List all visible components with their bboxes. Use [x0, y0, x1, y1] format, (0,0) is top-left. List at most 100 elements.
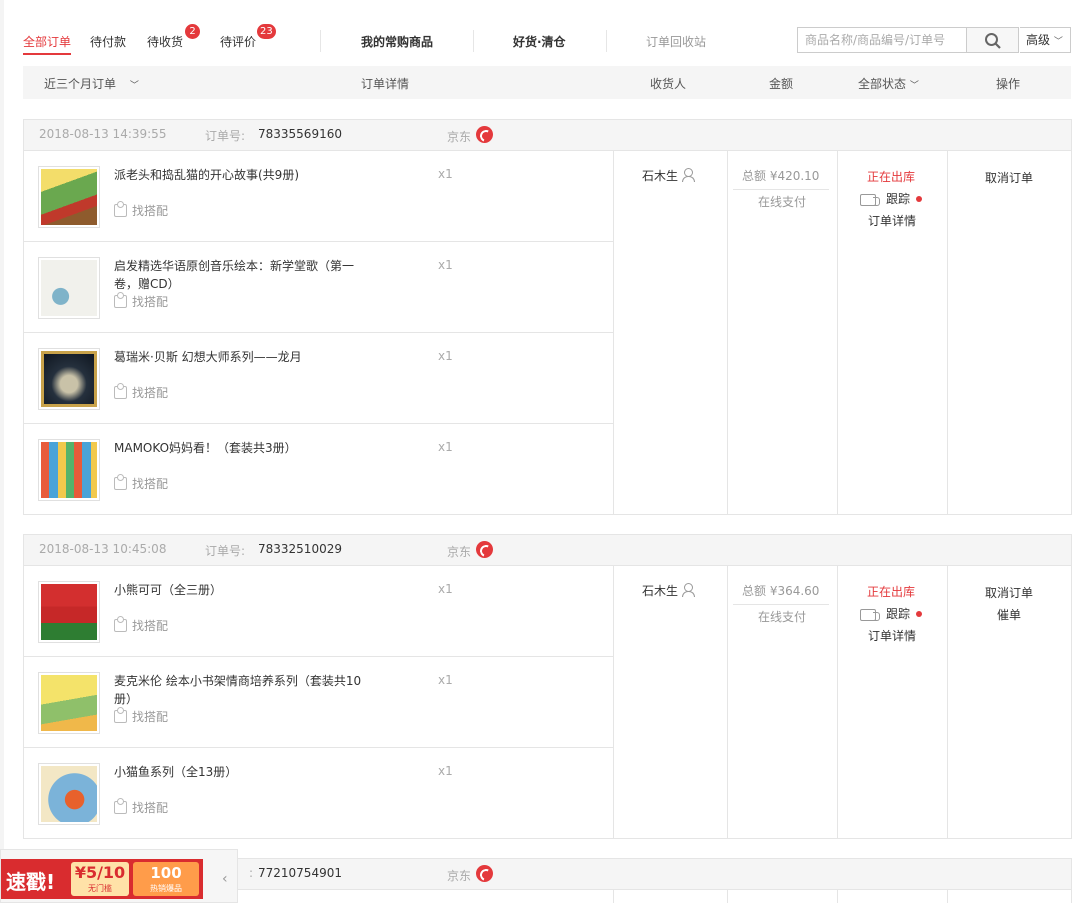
clearance-link[interactable]: 好货·清仓 — [513, 33, 566, 50]
advanced-search-button[interactable]: 高级 ﹀ — [1020, 27, 1071, 53]
column-divider — [727, 890, 728, 903]
order-number: 77210754901 — [258, 866, 342, 880]
tab-label: 待收货 — [147, 35, 184, 49]
chevron-left-icon[interactable]: ‹ — [222, 871, 228, 887]
promo-banner[interactable]: 速戳! ¥5/10 无门槛 100 热销爆品 — [1, 859, 203, 899]
coupon-badge: ¥5/10 无门槛 — [71, 862, 129, 896]
puzzle-icon — [114, 616, 127, 632]
product-thumbnail[interactable] — [38, 439, 100, 501]
column-divider — [837, 151, 838, 515]
shop-name[interactable]: 京东 — [447, 128, 471, 145]
find-match-link[interactable]: 找搭配 — [114, 616, 168, 634]
column-divider — [837, 890, 838, 903]
find-match-link[interactable]: 找搭配 — [114, 474, 168, 492]
product-name[interactable]: 小熊可可（全三册） — [114, 581, 364, 599]
chevron-down-icon: ﹀ — [909, 81, 919, 91]
puzzle-icon — [114, 201, 127, 217]
order-amount: 总额 ¥364.60 — [742, 584, 820, 598]
find-match-link[interactable]: 找搭配 — [114, 201, 169, 219]
order-number: 78332510029 — [258, 542, 342, 556]
puzzle-icon — [114, 474, 127, 490]
product-thumbnail[interactable] — [38, 672, 100, 734]
product-name[interactable]: 麦克米伦 绘本小书架情商培养系列（套装共10册） — [114, 672, 364, 708]
frequent-items-link[interactable]: 我的常购商品 — [361, 33, 433, 50]
column-divider — [837, 566, 838, 839]
product-thumbnail[interactable] — [38, 166, 100, 228]
product-name[interactable]: 派老头和捣乱猫的开心故事(共9册) — [114, 166, 364, 184]
jd-logo-icon[interactable] — [476, 126, 493, 143]
order-detail-link[interactable]: 订单详情 — [868, 212, 916, 229]
find-match-link[interactable]: 找搭配 — [114, 798, 168, 816]
list-item: MAMOKO妈妈看！（套装共3册） x1 找搭配 — [24, 424, 613, 515]
period-filter[interactable]: 近三个月订单 ﹀ — [44, 75, 139, 92]
column-divider — [613, 566, 614, 839]
consignee-name[interactable]: 石木生 — [642, 167, 696, 184]
recycle-bin-link[interactable]: 订单回收站 — [646, 33, 706, 50]
divider — [473, 30, 474, 52]
order-card: 2018-08-13 10:45:08 订单号: 78332510029 京东 … — [23, 534, 1072, 839]
product-name[interactable]: MAMOKO妈妈看！（套装共3册） — [114, 439, 364, 457]
product-quantity: x1 — [438, 349, 453, 363]
consignee-label: 石木生 — [642, 169, 679, 183]
find-match-label: 找搭配 — [132, 386, 169, 400]
table-header: 近三个月订单 ﹀ 订单详情 收货人 金额 全部状态 ﹀ 操作 — [23, 66, 1071, 99]
puzzle-icon — [114, 292, 127, 308]
action-header: 操作 — [996, 77, 1021, 91]
track-link[interactable]: 跟踪 — [860, 605, 923, 622]
search-button[interactable] — [967, 27, 1019, 53]
find-match-label: 找搭配 — [132, 295, 169, 309]
order-number-label: 订单号: — [205, 544, 246, 558]
tab-pending-review[interactable]: 待评价 23 — [220, 24, 276, 50]
find-match-link[interactable]: 找搭配 — [114, 292, 169, 310]
payment-method: 在线支付 — [758, 195, 807, 209]
product-quantity: x1 — [438, 440, 453, 454]
list-item: 小熊可可（全三册） x1 找搭配 — [24, 566, 613, 657]
status-filter[interactable]: 全部状态 ﹀ — [858, 75, 919, 92]
cancel-order-button[interactable]: 取消订单 — [985, 584, 1033, 601]
consignee-header: 收货人 — [650, 77, 687, 91]
cancel-order-button[interactable]: 取消订单 — [985, 169, 1033, 186]
urge-order-button[interactable]: 催单 — [997, 606, 1021, 623]
chevron-down-icon: ﹀ — [129, 81, 139, 91]
column-divider — [947, 151, 948, 515]
product-name[interactable]: 小猫鱼系列（全13册） — [114, 763, 364, 781]
tab-pending-receipt[interactable]: 待收货 2 — [147, 24, 200, 50]
jd-logo-icon[interactable] — [476, 541, 493, 558]
tab-pending-payment[interactable]: 待付款 — [90, 33, 126, 50]
order-date: 2018-08-13 10:45:08 — [39, 542, 167, 556]
coupon-value: ¥5/10 — [74, 863, 126, 882]
order-header: 2018-08-13 10:45:08 订单号: 78332510029 京东 — [24, 535, 1071, 566]
divider — [320, 30, 321, 52]
divider — [733, 189, 829, 190]
find-match-link[interactable]: 找搭配 — [114, 707, 168, 725]
notification-dot — [916, 196, 923, 202]
column-divider — [613, 890, 614, 903]
list-item: 小猫鱼系列（全13册） x1 找搭配 — [24, 748, 613, 839]
product-thumbnail[interactable] — [38, 581, 100, 643]
order-card: 2018-08-13 14:39:55 订单号: 78335569160 京东 … — [23, 119, 1072, 515]
product-quantity: x1 — [438, 258, 453, 272]
find-match-link[interactable]: 找搭配 — [114, 383, 169, 401]
find-match-label: 找搭配 — [132, 204, 169, 218]
order-search-input[interactable] — [797, 27, 967, 53]
promo-widget: 速戳! ¥5/10 无门槛 100 热销爆品 ‹ — [0, 849, 238, 903]
product-thumbnail[interactable] — [38, 348, 100, 410]
shop-name[interactable]: 京东 — [447, 867, 471, 884]
product-quantity: x1 — [438, 167, 453, 181]
product-thumbnail[interactable] — [38, 763, 100, 825]
orders-page: 全部订单 待付款 待收货 2 待评价 23 我的常购商品 好货·清仓 订单回收站… — [0, 0, 1075, 903]
product-quantity: x1 — [438, 673, 453, 687]
column-divider — [727, 151, 728, 515]
consignee-name[interactable]: 石木生 — [642, 582, 696, 599]
product-name[interactable]: 葛瑞米·贝斯 幻想大师系列——龙月 — [114, 348, 364, 366]
product-thumbnail[interactable] — [38, 257, 100, 319]
product-quantity: x1 — [438, 582, 453, 596]
order-detail-link[interactable]: 订单详情 — [868, 627, 916, 644]
product-name[interactable]: 启发精选华语原创音乐绘本：新学堂歌（第一卷，赠CD） — [114, 257, 364, 293]
tab-all-orders[interactable]: 全部订单 — [23, 33, 72, 55]
shop-name[interactable]: 京东 — [447, 543, 471, 560]
jd-logo-icon[interactable] — [476, 865, 493, 882]
notification-dot — [916, 611, 923, 617]
track-link[interactable]: 跟踪 — [860, 190, 923, 207]
status-label: 全部状态 — [858, 77, 907, 91]
